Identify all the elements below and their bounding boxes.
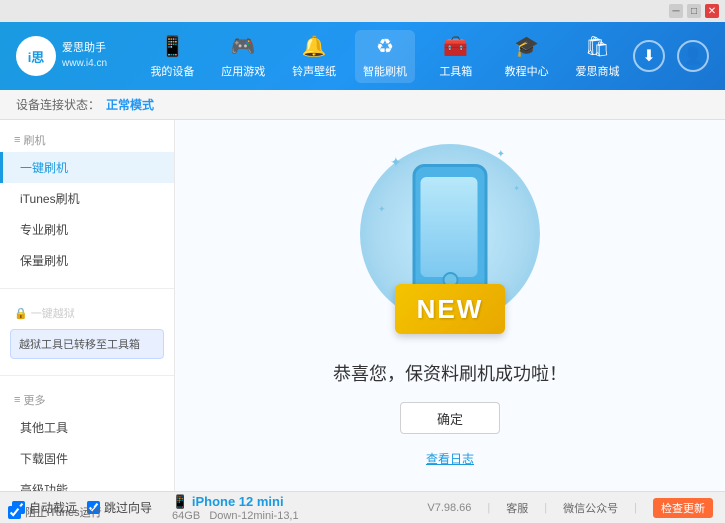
wechat-link[interactable]: 微信公众号 bbox=[563, 500, 618, 516]
success-title: 恭喜您，保资料刷机成功啦！ bbox=[333, 360, 567, 386]
logo-text: 爱思助手 www.i4.cn bbox=[62, 41, 107, 70]
sidebar-flash-section: ≡ 刷机 一键刷机 iTunes刷机 专业刷机 保量刷机 bbox=[0, 120, 174, 284]
download-button[interactable]: ⬇ bbox=[633, 40, 665, 72]
maximize-button[interactable]: □ bbox=[687, 4, 701, 18]
logo-icon: i思 bbox=[16, 36, 56, 76]
status-bar: 设备连接状态： 正常模式 bbox=[0, 90, 725, 120]
sparkle-3: ✦ bbox=[513, 184, 520, 193]
confirm-button[interactable]: 确定 bbox=[400, 402, 500, 434]
phone-body bbox=[413, 164, 488, 299]
sidebar-warning: 越狱工具已转移至工具箱 bbox=[10, 329, 164, 359]
customer-service-link[interactable]: 客服 bbox=[506, 500, 528, 516]
sparkle-2: ✦ bbox=[497, 149, 505, 160]
sidebar-divider-2 bbox=[0, 375, 174, 376]
sidebar-jailbreak-header: 🔒 一键越狱 bbox=[0, 301, 174, 325]
main-layout: ≡ 刷机 一键刷机 iTunes刷机 专业刷机 保量刷机 🔒 一键越狱 越狱工具… bbox=[0, 120, 725, 491]
nav-ringtone[interactable]: 🔔 铃声壁纸 bbox=[284, 34, 344, 79]
header-right: ⬇ 👤 bbox=[633, 40, 709, 72]
sidebar-more-section: ≡ 更多 其他工具 下载固件 高级功能 bbox=[0, 380, 174, 491]
success-container: ✦ ✦ ✦ ✦ NEW 恭喜您，保资料刷机成功啦！ 确定 查看日志 bbox=[333, 144, 567, 467]
nav-bar: 📱 我的设备 🎮 应用游戏 🔔 铃声壁纸 ♻ 智能刷机 🧰 工具箱 🎓 教程中心… bbox=[137, 30, 633, 83]
bottom-bar: 自动截远 跳过向导 📱 iPhone 12 mini 64GB Down-12m… bbox=[0, 491, 725, 523]
nav-smart-flash[interactable]: ♻ 智能刷机 bbox=[355, 30, 415, 83]
sparkle-1: ✦ bbox=[390, 154, 402, 171]
phone-icon: 📱 bbox=[160, 34, 185, 59]
flash-icon: ♻ bbox=[376, 34, 394, 59]
recheck-link[interactable]: 查看日志 bbox=[426, 450, 474, 467]
update-button[interactable]: 检查更新 bbox=[653, 498, 713, 518]
content-area: ✦ ✦ ✦ ✦ NEW 恭喜您，保资料刷机成功啦！ 确定 查看日志 bbox=[175, 120, 725, 491]
sidebar-item-advanced[interactable]: 高级功能 bbox=[0, 474, 174, 491]
nav-my-device[interactable]: 📱 我的设备 bbox=[142, 34, 202, 79]
apps-icon: 🎮 bbox=[231, 34, 256, 59]
sidebar: ≡ 刷机 一键刷机 iTunes刷机 专业刷机 保量刷机 🔒 一键越狱 越狱工具… bbox=[0, 120, 175, 491]
header: i思 爱思助手 www.i4.cn 📱 我的设备 🎮 应用游戏 🔔 铃声壁纸 ♻… bbox=[0, 22, 725, 90]
tutorial-icon: 🎓 bbox=[514, 34, 539, 59]
device-name: 📱 iPhone 12 mini bbox=[172, 494, 299, 510]
toolbox-icon: 🧰 bbox=[443, 34, 468, 59]
store-icon: 🛍 bbox=[585, 34, 610, 59]
logo-area: i思 爱思助手 www.i4.cn bbox=[16, 36, 107, 76]
close-button[interactable]: ✕ bbox=[705, 4, 719, 18]
ringtone-icon: 🔔 bbox=[302, 34, 327, 59]
user-button[interactable]: 👤 bbox=[677, 40, 709, 72]
sidebar-item-pro-flash[interactable]: 专业刷机 bbox=[0, 214, 174, 245]
device-info: 📱 iPhone 12 mini 64GB Down-12mini-13,1 bbox=[172, 494, 299, 522]
bottom-right: V7.98.66 | 客服 | 微信公众号 | 检查更新 bbox=[427, 498, 713, 518]
sidebar-item-one-key-flash[interactable]: 一键刷机 bbox=[0, 152, 174, 183]
sidebar-divider-1 bbox=[0, 288, 174, 289]
nav-tutorial[interactable]: 🎓 教程中心 bbox=[497, 34, 557, 79]
new-badge: NEW bbox=[395, 284, 505, 334]
device-detail: 64GB Down-12mini-13,1 bbox=[172, 510, 299, 522]
phone-illustration: ✦ ✦ ✦ ✦ NEW bbox=[360, 144, 540, 344]
sidebar-flash-header: ≡ 刷机 bbox=[0, 128, 174, 152]
phone-screen bbox=[421, 177, 478, 277]
title-bar: ─ □ ✕ bbox=[0, 0, 725, 22]
nav-toolbox[interactable]: 🧰 工具箱 bbox=[426, 34, 486, 79]
nav-apps-games[interactable]: 🎮 应用游戏 bbox=[213, 34, 273, 79]
itunes-bar: 阻止iTunes运行 bbox=[0, 501, 110, 523]
sparkle-4: ✦ bbox=[378, 204, 386, 215]
sidebar-item-other-tools[interactable]: 其他工具 bbox=[0, 412, 174, 443]
sidebar-item-download-fw[interactable]: 下载固件 bbox=[0, 443, 174, 474]
sidebar-item-itunes-flash[interactable]: iTunes刷机 bbox=[0, 183, 174, 214]
sidebar-item-save-flash[interactable]: 保量刷机 bbox=[0, 245, 174, 276]
nav-store[interactable]: 🛍 爱思商城 bbox=[568, 34, 628, 79]
itunes-checkbox[interactable] bbox=[8, 506, 21, 519]
minimize-button[interactable]: ─ bbox=[669, 4, 683, 18]
sidebar-jailbreak-section: 🔒 一键越狱 越狱工具已转移至工具箱 bbox=[0, 293, 174, 371]
sidebar-more-header: ≡ 更多 bbox=[0, 388, 174, 412]
